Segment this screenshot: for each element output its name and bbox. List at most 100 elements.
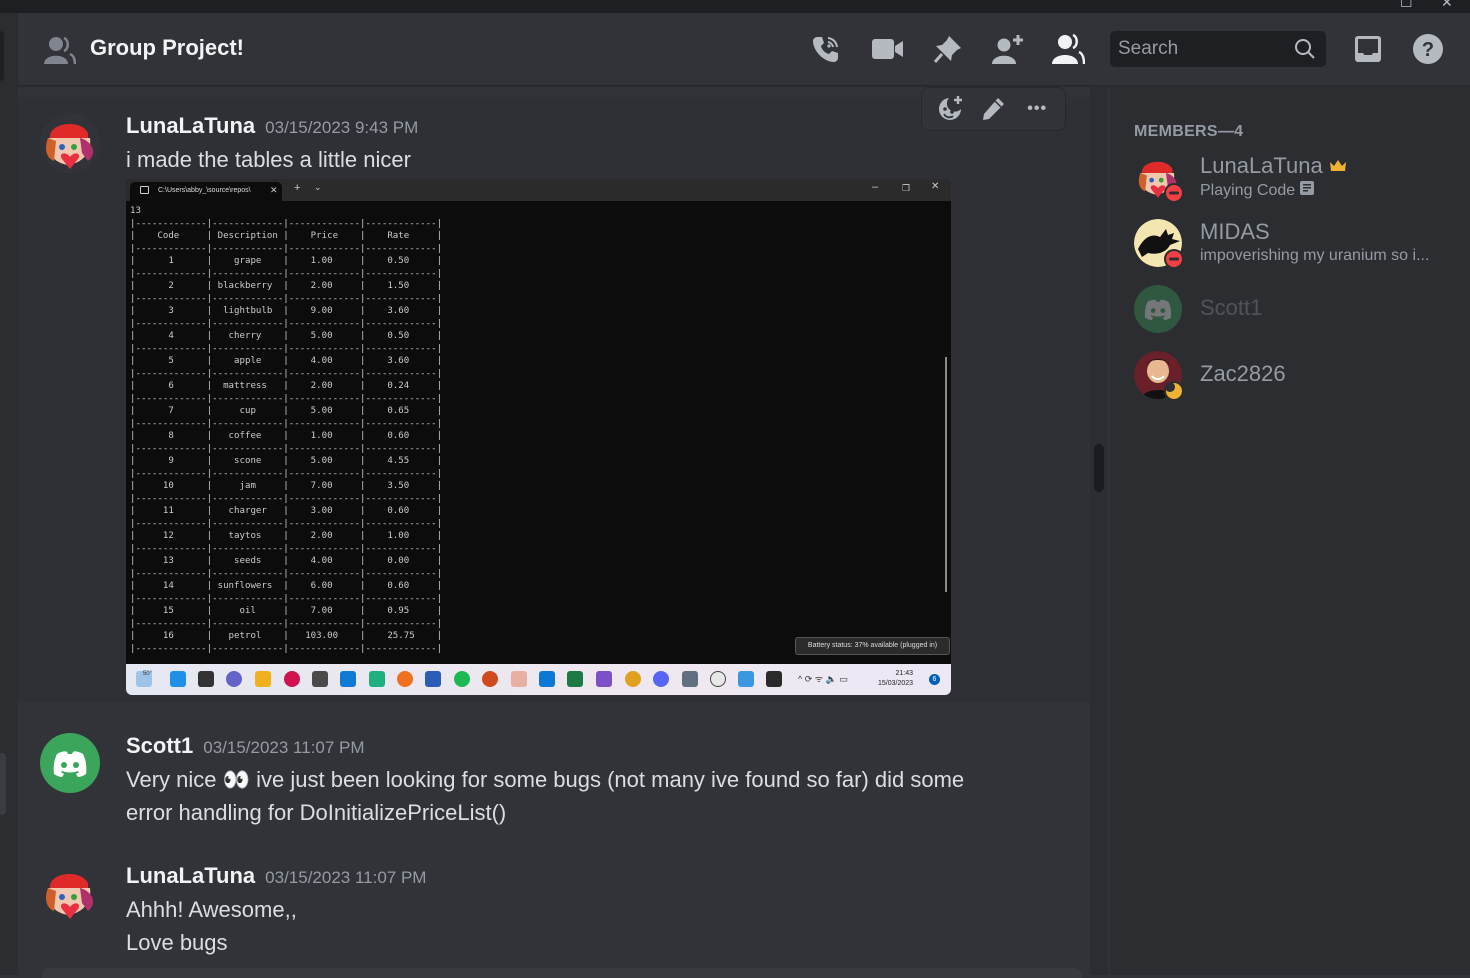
weather-icon[interactable]: 50° [136,671,152,687]
terminal-line: | Code | Description | Price | Rate | [130,231,443,241]
idle-status-icon [1164,381,1184,401]
terminal-line: | 10 | jam | 7.00 | 3.50 | [130,481,443,491]
task-view-icon[interactable] [198,671,214,687]
system-tray[interactable]: ^ ⟳ ᯤ 🔈 ▭ [798,672,848,685]
terminal-line: | 7 | cup | 5.00 | 0.65 | [130,406,443,416]
snipping-tool-icon[interactable] [511,671,527,687]
tab-dropdown-icon[interactable]: ⌄ [314,182,322,193]
firefox-icon[interactable] [397,671,413,687]
author-name[interactable]: LunaLaTuna [126,113,255,138]
crown-icon [1329,153,1347,178]
teams-chat-icon[interactable] [226,671,242,687]
terminal-line: |-------------|-------------|-----------… [130,443,443,454]
message-author[interactable]: Scott1 03/15/2023 11:07 PM [126,733,365,759]
message-actions-toolbar: ••• [921,87,1066,131]
windows-taskbar: 50° ^ ⟳ ᯤ 🔈 ▭ 21:43 15/03/2023 6 [126,664,951,695]
terminal-line: |-------------|-------------|-----------… [130,518,443,529]
terminal-line: | 3 | lightbulb | 9.00 | 3.60 | [130,306,443,316]
member-item[interactable]: LunaLaTuna Playing Code [1134,153,1464,211]
rich-presence-icon[interactable] [1299,181,1314,199]
minimize-icon[interactable]: – [872,181,878,193]
close-icon[interactable]: ✕ [1441,0,1453,11]
terminal-line: | 4 | cherry | 5.00 | 0.50 | [130,331,443,341]
new-tab-button[interactable]: + [294,182,300,194]
message-content: Very nice 👀 ive just been looking for so… [126,763,964,829]
message-author[interactable]: LunaLaTuna 03/15/2023 9:43 PM [126,113,418,139]
maximize-icon[interactable]: ☐ [1400,0,1413,11]
emoji-icon[interactable] [710,671,726,687]
author-name[interactable]: Scott1 [126,733,193,758]
member-item[interactable]: Zac2826 [1134,351,1464,409]
terminal-line: |-------------|-------------|-----------… [130,218,443,229]
terminal-line: | 16 | petrol | 103.00 | 25.75 | [130,631,443,641]
channel-header: Group Project! ? [18,13,1470,86]
notification-badge[interactable]: 6 [929,674,940,685]
start-icon[interactable] [170,671,186,687]
message-input-edge[interactable] [42,968,1082,978]
pinned-messages-icon[interactable] [930,31,966,67]
avatar[interactable] [40,113,100,173]
chat-scrollbar[interactable] [1090,87,1108,975]
search-input[interactable] [1118,31,1288,67]
notepad-icon[interactable] [738,671,754,687]
inbox-icon[interactable] [1350,31,1386,67]
image-attachment[interactable]: C:\Users\abby_\source\repos\ ✕ + ⌄ – ❐ ✕… [126,179,951,695]
server-sidebar-edge [0,13,18,975]
server-indicator [0,31,4,81]
close-icon[interactable]: ✕ [931,181,939,192]
excel-icon[interactable] [567,671,583,687]
debian-icon[interactable] [284,671,300,687]
message-author[interactable]: LunaLaTuna 03/15/2023 11:07 PM [126,863,426,889]
discord-icon[interactable] [653,671,669,687]
terminal-line: |-------------|-------------|-----------… [130,468,443,479]
add-reaction-icon[interactable] [932,91,968,127]
terminal-scrollbar[interactable] [945,357,947,592]
powerpoint-icon[interactable] [482,671,498,687]
member-item[interactable]: Scott1 [1134,285,1464,343]
mail-icon[interactable] [539,671,555,687]
sublime-text-icon[interactable] [312,671,328,687]
terminal-tab-title: C:\Users\abby_\source\repos\ [158,187,251,194]
message-timestamp: 03/15/2023 11:07 PM [265,868,427,887]
close-tab-icon[interactable]: ✕ [270,185,278,196]
file-explorer-icon[interactable] [255,671,271,687]
member-item[interactable]: MIDAS impoverishing my uranium so i... [1134,219,1464,277]
terminal-line: | 14 | sunflowers | 6.00 | 0.60 | [130,581,443,591]
restore-icon[interactable]: ❐ [902,183,910,194]
more-icon[interactable]: ••• [1019,91,1055,127]
member-activity: impoverishing my uranium so i... [1200,247,1430,264]
terminal-line: | 8 | coffee | 1.00 | 0.60 | [130,431,443,441]
terminal-icon[interactable] [766,671,782,687]
edit-icon[interactable] [975,91,1011,127]
terminal-line: |-------------|-------------|-----------… [130,418,443,429]
avatar[interactable] [40,863,100,923]
member-list-icon[interactable] [1050,31,1086,67]
terminal-line: |-------------|-------------|-----------… [130,493,443,504]
add-friends-icon[interactable] [990,31,1026,67]
terminal-line: | 11 | charger | 3.00 | 0.60 | [130,506,443,516]
terminal-line: |-------------|-------------|-----------… [130,618,443,629]
taskbar-clock[interactable]: 21:43 15/03/2023 [878,669,913,689]
terminal-line: | 6 | mattress | 2.00 | 0.24 | [130,381,443,391]
video-call-icon[interactable] [870,31,906,67]
voice-call-icon[interactable] [808,31,844,67]
word-icon[interactable] [425,671,441,687]
scrollbar-thumb[interactable] [1094,444,1104,492]
vscode-icon[interactable] [340,671,356,687]
member-activity: Playing Code [1200,181,1314,200]
terminal-line: | 5 | apple | 4.00 | 3.60 | [130,356,443,366]
search-box[interactable] [1110,31,1326,67]
calculator-icon[interactable] [682,671,698,687]
group-dm-icon [44,35,77,65]
message-line: Ahhh! Awesome,, [126,897,297,922]
spotify-icon[interactable] [454,671,470,687]
help-icon[interactable]: ? [1410,31,1446,67]
terminal-line: |-------------|-------------|-----------… [130,593,443,604]
author-name[interactable]: LunaLaTuna [126,863,255,888]
terminal-tab[interactable]: C:\Users\abby_\source\repos\ ✕ [130,182,282,201]
eyes-emoji[interactable]: 👀 [223,767,250,792]
clion-icon[interactable] [369,671,385,687]
avatar[interactable] [40,733,100,793]
chrome-icon[interactable] [625,671,641,687]
visual-studio-icon[interactable] [596,671,612,687]
